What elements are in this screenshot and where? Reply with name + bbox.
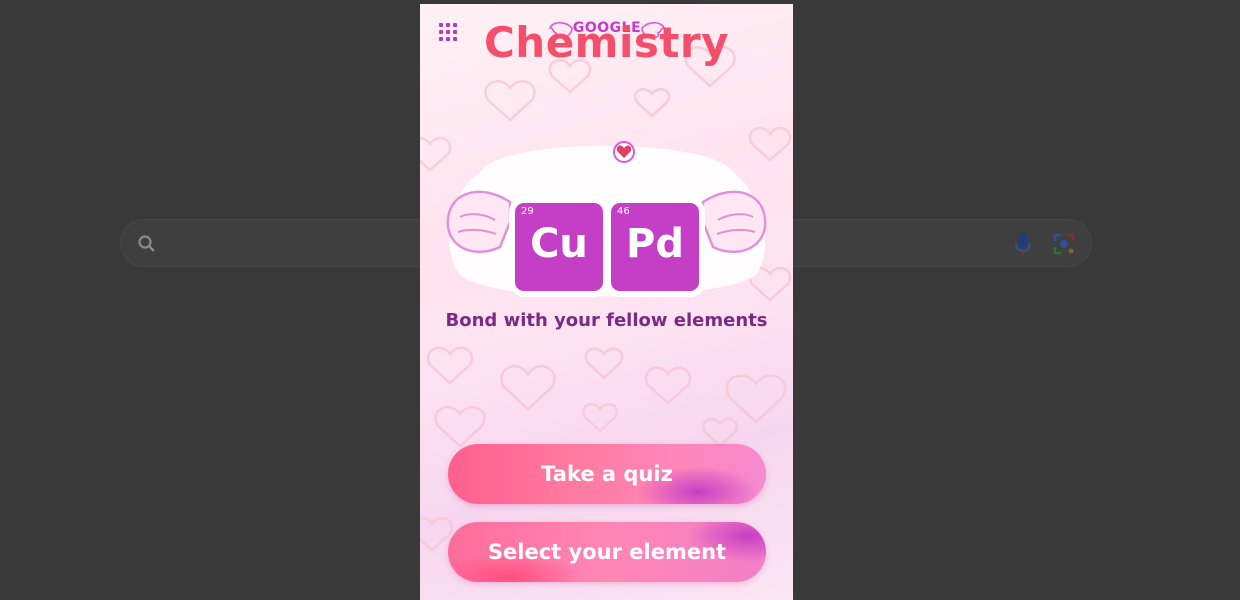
camera-lens-icon <box>1053 233 1075 255</box>
element-tile-cu: 29 Cu <box>515 203 603 291</box>
search-icon <box>138 235 155 252</box>
heart-icon <box>613 141 635 163</box>
take-quiz-button[interactable]: Take a quiz <box>448 444 766 504</box>
element-symbol: Cu <box>530 221 588 267</box>
mic-icon <box>1015 233 1031 255</box>
element-tile-pd: 46 Pd <box>611 203 699 291</box>
atomic-number: 46 <box>617 206 630 217</box>
atomic-number: 29 <box>521 206 534 217</box>
element-symbol: Pd <box>626 221 684 267</box>
chemistry-cupid-panel: GOOGLE Chemistry 29 Cu 46 Pd Bond with y… <box>420 4 793 600</box>
select-element-button[interactable]: Select your element <box>448 522 766 582</box>
chemistry-title: Chemistry <box>483 18 730 67</box>
title-art-backdrop <box>446 141 767 297</box>
tagline: Bond with your fellow elements <box>445 310 768 331</box>
